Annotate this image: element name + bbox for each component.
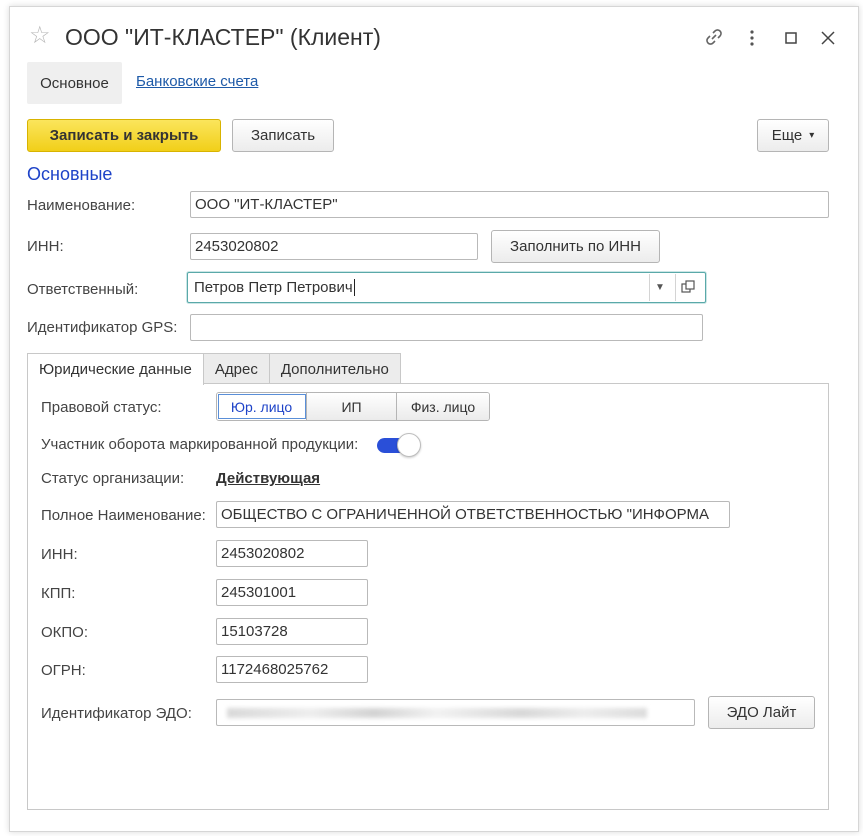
- window-title: ООО "ИТ-КЛАСТЕР" (Клиент): [65, 24, 381, 50]
- gps-label: Идентификатор GPS:: [27, 319, 178, 336]
- responsible-value: Петров Петр Петрович: [194, 279, 353, 296]
- responsible-input[interactable]: Петров Петр Петрович: [187, 272, 706, 303]
- responsible-label: Ответственный:: [27, 281, 139, 298]
- inn-label: ИНН:: [27, 238, 64, 255]
- open-icon[interactable]: [681, 280, 695, 298]
- close-icon[interactable]: [817, 28, 839, 50]
- legal-status-label: Правовой статус:: [41, 399, 162, 416]
- gps-input[interactable]: [190, 314, 703, 341]
- maximize-icon[interactable]: [780, 28, 802, 50]
- form-window: ☆ ООО "ИТ-КЛАСТЕР" (Клиент) Основное Бан…: [9, 6, 859, 832]
- save-button[interactable]: Записать: [232, 119, 334, 152]
- name-label: Наименование:: [27, 197, 136, 214]
- legal-inn-label: ИНН:: [41, 546, 78, 563]
- redacted-value: [227, 707, 647, 718]
- marking-label: Участник оборота маркированной продукции…: [41, 436, 359, 453]
- tab-legal-data[interactable]: Юридические данные: [27, 353, 204, 385]
- more-button[interactable]: Еще ▾: [757, 119, 829, 152]
- tab-additional[interactable]: Дополнительно: [268, 353, 401, 384]
- edo-label: Идентификатор ЭДО:: [41, 705, 192, 722]
- marking-toggle[interactable]: [377, 433, 421, 457]
- fill-by-inn-button[interactable]: Заполнить по ИНН: [491, 230, 660, 263]
- more-button-label: Еще: [771, 127, 803, 144]
- kpp-label: КПП:: [41, 585, 76, 602]
- ogrn-input[interactable]: 1172468025762: [216, 656, 368, 683]
- okpo-input[interactable]: 15103728: [216, 618, 368, 645]
- divider: [675, 274, 676, 301]
- org-status-link[interactable]: Действующая: [216, 470, 320, 487]
- detail-tabs: Юридические данные Адрес Дополнительно: [27, 353, 401, 385]
- edo-lite-button[interactable]: ЭДО Лайт: [708, 696, 815, 729]
- star-icon[interactable]: ☆: [29, 24, 51, 48]
- toggle-knob: [397, 433, 421, 457]
- okpo-label: ОКПО:: [41, 624, 89, 641]
- legal-status-selector: Юр. лицо ИП Физ. лицо: [216, 392, 490, 421]
- text-cursor: [353, 279, 355, 296]
- inn-input[interactable]: 2453020802: [190, 233, 478, 260]
- dropdown-arrow-icon[interactable]: ▼: [655, 282, 665, 293]
- link-icon[interactable]: [703, 27, 725, 49]
- tab-bank-accounts[interactable]: Банковские счета: [136, 73, 258, 90]
- save-and-close-button[interactable]: Записать и закрыть: [27, 119, 221, 152]
- edo-input[interactable]: [216, 699, 695, 726]
- org-status-label: Статус организации:: [41, 470, 185, 487]
- chevron-down-icon: ▾: [809, 130, 815, 141]
- legal-inn-input[interactable]: 2453020802: [216, 540, 368, 567]
- ogrn-label: ОГРН:: [41, 662, 86, 679]
- more-vertical-icon[interactable]: [741, 28, 763, 50]
- legal-status-option-person[interactable]: Физ. лицо: [397, 393, 489, 420]
- name-input[interactable]: ООО "ИТ-КЛАСТЕР": [190, 191, 829, 218]
- full-name-input[interactable]: ОБЩЕСТВО С ОГРАНИЧЕННОЙ ОТВЕТСТВЕННОСТЬЮ…: [216, 501, 730, 528]
- full-name-label: Полное Наименование:: [41, 507, 206, 524]
- legal-status-option-company[interactable]: Юр. лицо: [217, 393, 307, 420]
- section-title: Основные: [27, 164, 113, 184]
- divider: [649, 274, 650, 301]
- legal-status-option-ip[interactable]: ИП: [307, 393, 397, 420]
- tab-main[interactable]: Основное: [27, 62, 122, 104]
- tab-address[interactable]: Адрес: [202, 353, 270, 384]
- kpp-input[interactable]: 245301001: [216, 579, 368, 606]
